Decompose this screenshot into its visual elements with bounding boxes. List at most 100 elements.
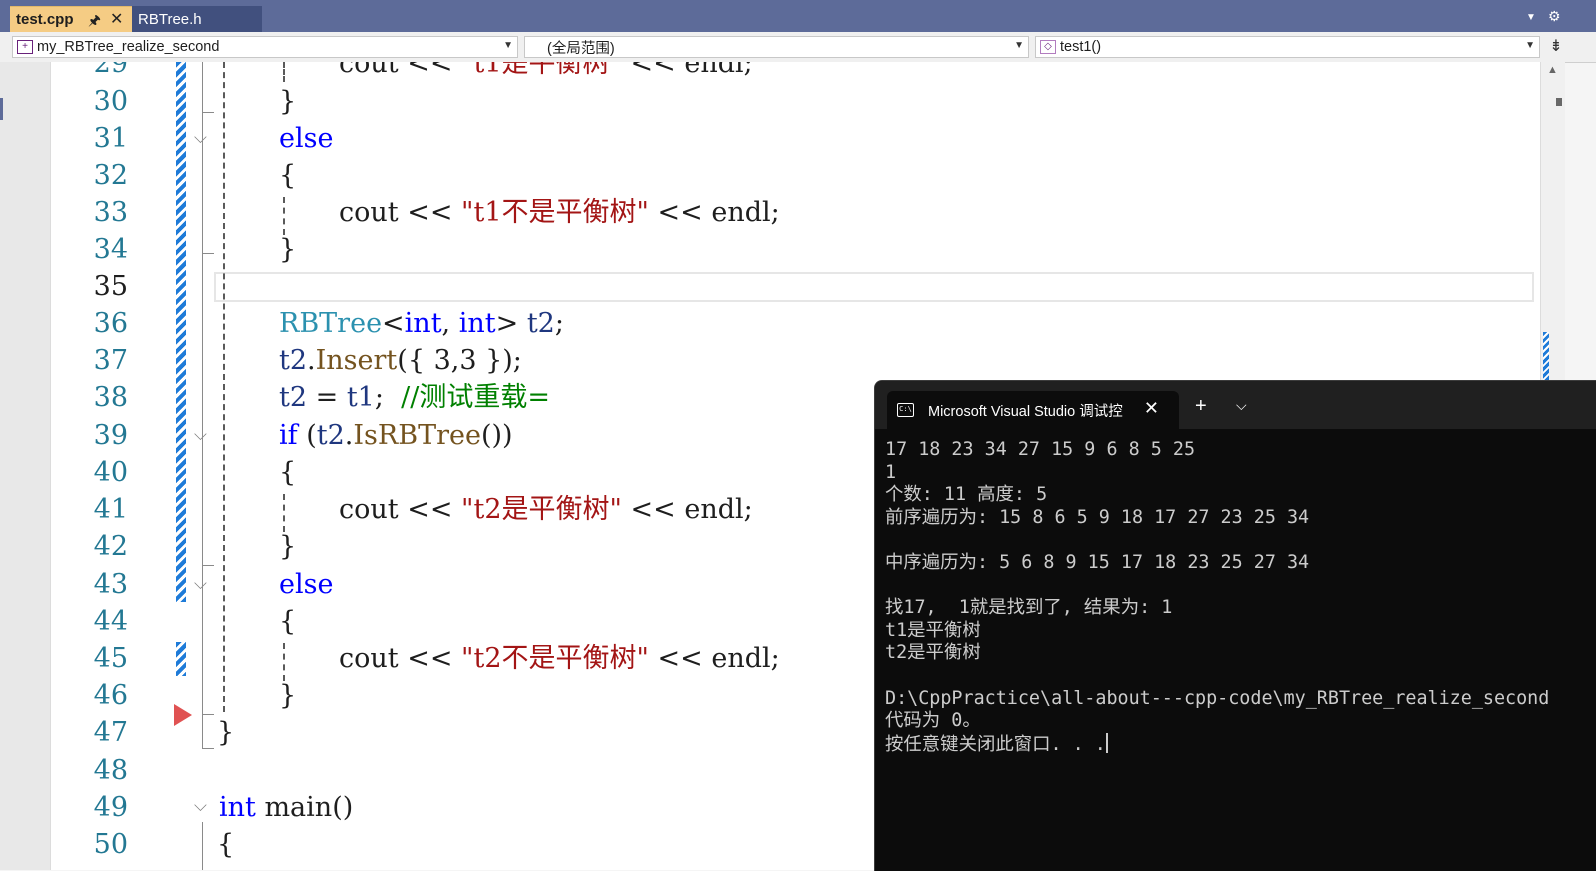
member-name: test1() (1060, 39, 1102, 55)
console-icon: C:\ (897, 403, 914, 417)
terminal-line: 找17, 1就是找到了, 结果为: 1 (885, 597, 1173, 619)
scroll-up-icon[interactable]: ▲ (1547, 64, 1558, 76)
terminal-output: 17 18 23 34 27 15 9 6 8 5 25 1 个数: 11 高度… (885, 439, 1596, 755)
outline-guide (202, 748, 214, 749)
terminal-tab-title: Microsoft Visual Studio 调试控 (928, 403, 1123, 420)
pin-icon[interactable]: 🖈 (88, 10, 101, 34)
line-number: 32 (93, 160, 128, 191)
code-line-49: int main() (219, 792, 354, 823)
next-statement-arrow-icon[interactable] (174, 704, 192, 726)
fold-chevron-icon[interactable]: ⌵ (194, 574, 207, 594)
member-dropdown[interactable]: ◇ test1() ▼ (1035, 36, 1540, 58)
split-window-icon[interactable]: ⇟ (1546, 36, 1566, 58)
code-line-36: RBTree<int, int> t2; (279, 308, 564, 339)
fold-chevron-icon[interactable]: ⌵ (194, 796, 207, 816)
terminal-line: 代码为 0。 (885, 710, 981, 732)
terminal-titlebar: C:\ Microsoft Visual Studio 调试控 ✕ + ⌵ (875, 381, 1596, 429)
line-number: 39 (93, 420, 128, 451)
line-number: 50 (93, 829, 128, 860)
project-icon: + (17, 40, 33, 54)
line-number: 38 (93, 382, 128, 413)
tab-label: test.cpp (16, 11, 74, 28)
chevron-down-icon[interactable]: ⌵ (1236, 397, 1247, 414)
tab-label: RBTree.h (138, 10, 202, 28)
terminal-line: 前序遍历为: 15 8 6 5 9 18 17 27 23 25 34 (885, 506, 1310, 528)
code-line-33: cout << "t1不是平衡树" << endl; (339, 197, 780, 228)
fold-chevron-icon[interactable]: ⌵ (194, 128, 207, 148)
change-indicator (176, 642, 186, 676)
line-number: 33 (93, 197, 128, 228)
chevron-down-icon: ▼ (503, 40, 513, 51)
close-icon[interactable]: ✕ (110, 9, 123, 29)
line-number: 47 (93, 717, 128, 748)
outline-guide (202, 714, 214, 715)
indent-guide (223, 62, 225, 712)
gear-icon[interactable]: ⚙ (1548, 8, 1561, 25)
line-number: 41 (93, 494, 128, 525)
debug-console-window[interactable]: C:\ Microsoft Visual Studio 调试控 ✕ + ⌵ 17… (874, 380, 1596, 871)
code-line-29: cout << "t1是平衡树" << endl; (339, 62, 753, 79)
line-number: 36 (93, 308, 128, 339)
tab-test-cpp[interactable]: test.cpp 🖈 ✕ (10, 6, 132, 32)
outline-guide (202, 253, 214, 254)
code-line-39: if (t2.IsRBTree()) (279, 420, 513, 451)
terminal-line: t1是平衡树 (885, 619, 981, 641)
new-tab-button[interactable]: + (1195, 395, 1207, 418)
terminal-line: t2是平衡树 (885, 642, 981, 664)
terminal-prompt-line: 按任意键关闭此窗口. . . (885, 732, 1596, 756)
code-line-31: else (279, 123, 334, 154)
line-number: 31 (93, 123, 128, 154)
line-number: 46 (93, 680, 128, 711)
line-number: 45 (93, 643, 128, 674)
margin-marker (0, 98, 3, 120)
code-line-46: } (279, 680, 297, 711)
navigation-bar: + my_RBTree_realize_second ▼ (全局范围) ▼ ◇ … (0, 32, 1596, 63)
line-number: 49 (93, 792, 128, 823)
indicator-margin (0, 62, 51, 870)
line-number: 44 (93, 606, 128, 637)
tab-rbtree-h[interactable]: RBTree.h (132, 6, 262, 32)
scope-dropdown[interactable]: (全局范围) ▼ (524, 36, 1029, 58)
code-line-43: else (279, 569, 334, 600)
terminal-line: D:\CppPractice\all-about---cpp-code\my_R… (885, 687, 1550, 709)
line-number-current: 35 (93, 271, 128, 302)
code-line-38: t2 = t1; //测试重载= (279, 382, 550, 413)
chevron-down-icon: ▼ (1014, 40, 1024, 51)
outline-guide (202, 112, 214, 113)
document-tab-strip: test.cpp 🖈 ✕ RBTree.h ▼ ⚙ (0, 0, 1596, 32)
terminal-tab[interactable]: C:\ Microsoft Visual Studio 调试控 ✕ (887, 391, 1179, 429)
line-number: 40 (93, 457, 128, 488)
line-number: 48 (93, 755, 128, 786)
scrollbar-change-marker (1543, 332, 1549, 382)
indent-guide (283, 62, 285, 82)
terminal-line: 1 (885, 461, 897, 483)
outline-guide (202, 565, 214, 566)
method-icon: ◇ (1040, 40, 1056, 54)
close-icon[interactable]: ✕ (1144, 398, 1159, 419)
code-line-32: { (279, 160, 297, 191)
terminal-line: 个数: 11 高度: 5 (885, 484, 1048, 506)
fold-chevron-icon[interactable]: ⌵ (194, 425, 207, 445)
code-line-34: } (279, 234, 297, 265)
chevron-down-icon[interactable]: ▼ (1526, 12, 1536, 23)
code-line-30: } (279, 86, 297, 117)
terminal-line: 17 18 23 34 27 15 9 6 8 5 25 (885, 439, 1196, 460)
indent-guide (283, 643, 285, 681)
scrollbar-thumb[interactable] (1556, 98, 1562, 106)
text-cursor (1105, 732, 1108, 753)
line-number: 42 (93, 531, 128, 562)
terminal-prompt-text: 按任意键关闭此窗口. . . (885, 733, 1106, 755)
line-number: 37 (93, 345, 128, 376)
outline-guide (202, 62, 203, 748)
line-number: 29 (93, 62, 128, 79)
indent-guide (283, 197, 285, 235)
code-line-40: { (279, 457, 297, 488)
code-line-45: cout << "t2不是平衡树" << endl; (339, 643, 780, 674)
project-name: my_RBTree_realize_second (37, 39, 220, 55)
code-line-44: { (279, 606, 297, 637)
project-dropdown[interactable]: + my_RBTree_realize_second ▼ (12, 36, 518, 58)
line-number: 34 (93, 234, 128, 265)
scope-name: (全局范围) (547, 40, 615, 57)
